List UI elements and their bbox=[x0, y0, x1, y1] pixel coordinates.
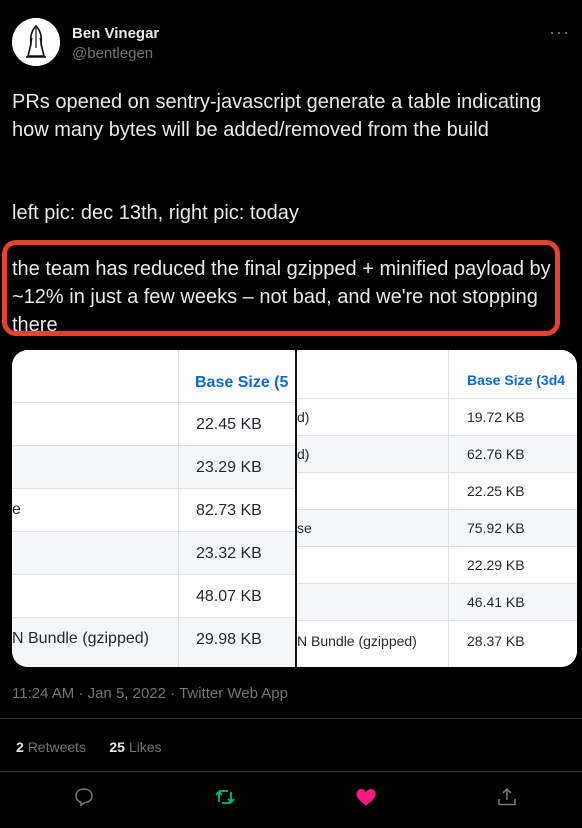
size-value: 29.98 KB bbox=[196, 631, 262, 648]
right-table-image[interactable]: Base Size (3d4 d) d) se N Bundle (gzippe… bbox=[297, 350, 577, 667]
left-table-image[interactable]: Base Size (5 e N Bundle (gzipped) 22.45 … bbox=[12, 350, 295, 667]
likes-label: Likes bbox=[128, 739, 162, 755]
engagement-stats: 2 Retweets 25 Likes bbox=[16, 739, 162, 755]
tweet-text-paragraph-2: left pic: dec 13th, right pic: today bbox=[12, 202, 299, 224]
row-label: e bbox=[12, 501, 21, 518]
table-row bbox=[297, 473, 577, 510]
size-value: 28.37 KB bbox=[467, 633, 525, 649]
size-value: 75.92 KB bbox=[467, 520, 525, 536]
row-label: N Bundle (gzipped) bbox=[297, 633, 417, 649]
size-value: 62.76 KB bbox=[467, 446, 525, 462]
tweet-image[interactable]: Base Size (5 e N Bundle (gzipped) 22.45 … bbox=[12, 350, 577, 667]
table-row bbox=[297, 399, 577, 436]
author-name[interactable]: Ben Vinegar bbox=[72, 25, 159, 42]
row-label: d) bbox=[297, 446, 310, 462]
base-size-header: Base Size (5 bbox=[195, 374, 289, 391]
share-icon[interactable] bbox=[495, 785, 519, 809]
tweet-text-paragraph-1: PRs opened on sentry-javascript generate… bbox=[12, 91, 547, 141]
row-label: N Bundle (gzipped) bbox=[12, 630, 149, 647]
table-row bbox=[297, 436, 577, 473]
tweet-timestamp[interactable]: 11:24 AM · Jan 5, 2022 · Twitter Web App bbox=[12, 685, 288, 702]
reply-icon[interactable] bbox=[72, 785, 96, 809]
size-value: 46.41 KB bbox=[467, 594, 525, 610]
divider bbox=[0, 718, 582, 719]
divider bbox=[0, 771, 582, 772]
column-divider bbox=[178, 350, 179, 667]
size-value: 22.25 KB bbox=[467, 483, 525, 499]
size-value: 23.29 KB bbox=[196, 459, 262, 476]
tweet-text-paragraph-3: the team has reduced the final gzipped +… bbox=[12, 258, 557, 336]
size-value: 23.32 KB bbox=[196, 545, 262, 562]
table-row bbox=[297, 547, 577, 584]
size-value: 22.29 KB bbox=[467, 557, 525, 573]
size-value: 48.07 KB bbox=[196, 588, 262, 605]
table-row bbox=[297, 510, 577, 547]
retweets-count: 2 bbox=[16, 739, 24, 755]
retweets-label: Retweets bbox=[27, 739, 87, 755]
avatar[interactable] bbox=[12, 18, 60, 66]
row-label: d) bbox=[297, 409, 310, 425]
more-options-icon[interactable]: ··· bbox=[549, 22, 570, 43]
retweets-stat[interactable]: 2 Retweets bbox=[16, 739, 86, 755]
column-divider bbox=[448, 350, 449, 667]
row-label: se bbox=[297, 520, 312, 536]
retweet-icon[interactable] bbox=[213, 785, 237, 809]
heart-icon[interactable] bbox=[354, 785, 378, 809]
author-handle[interactable]: @bentlegen bbox=[72, 45, 153, 62]
likes-stat[interactable]: 25 Likes bbox=[109, 739, 161, 755]
size-value: 22.45 KB bbox=[196, 416, 262, 433]
likes-count: 25 bbox=[109, 739, 125, 755]
table-row bbox=[297, 584, 577, 621]
size-value: 19.72 KB bbox=[467, 409, 525, 425]
size-value: 82.73 KB bbox=[196, 502, 262, 519]
base-size-header: Base Size (3d4 bbox=[467, 372, 566, 388]
